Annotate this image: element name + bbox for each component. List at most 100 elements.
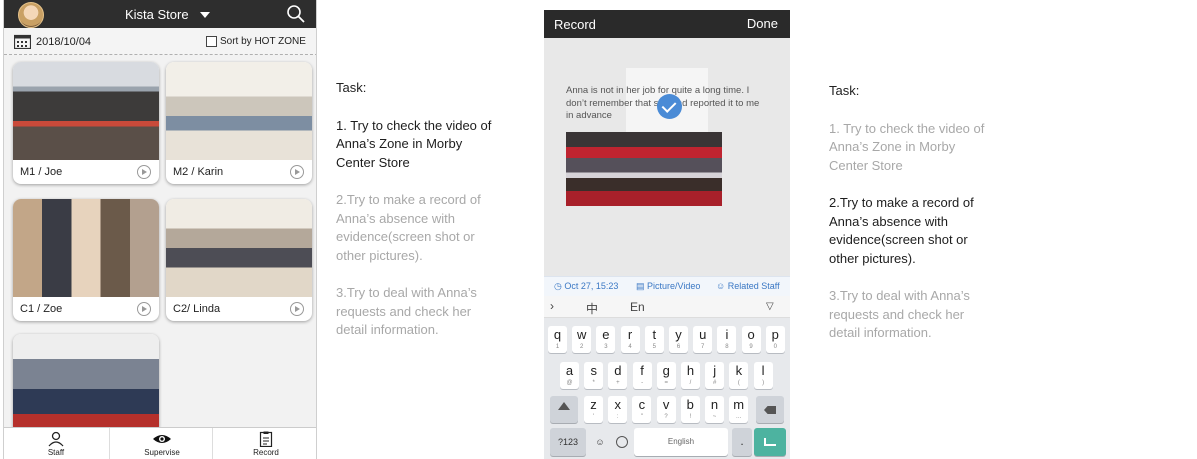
camera-thumbnail[interactable] bbox=[166, 62, 312, 160]
key-x[interactable]: x: bbox=[608, 396, 628, 423]
store-selector-label[interactable]: Kista Store bbox=[125, 7, 189, 22]
user-avatar[interactable] bbox=[18, 2, 44, 28]
globe-icon[interactable] bbox=[612, 428, 632, 456]
key-a[interactable]: a @ bbox=[560, 362, 579, 389]
key-w[interactable]: w2 bbox=[572, 326, 592, 353]
symbols-key[interactable]: ?123 bbox=[550, 428, 586, 456]
key-z[interactable]: z ' bbox=[584, 396, 603, 423]
camera-card[interactable] bbox=[13, 334, 159, 434]
key-d[interactable]: d + bbox=[608, 362, 628, 389]
key-symbol: ' bbox=[592, 414, 595, 420]
camera-thumbnail[interactable] bbox=[13, 62, 159, 160]
picture-video-button[interactable]: ▤ Picture/Video bbox=[636, 281, 700, 292]
key-r[interactable]: r4 bbox=[620, 326, 640, 353]
page-title: Record bbox=[554, 17, 596, 32]
key-k[interactable]: k( bbox=[729, 362, 749, 389]
lang-chinese-key[interactable]: 中 bbox=[586, 300, 598, 317]
key-symbol: # bbox=[713, 380, 717, 386]
task-item-2: 2.Try to make a record of Anna’s absence… bbox=[829, 195, 974, 266]
search-icon[interactable] bbox=[286, 4, 306, 24]
tab-supervise-label: Supervise bbox=[144, 448, 180, 457]
key-symbol: 8 bbox=[725, 344, 729, 350]
shift-key[interactable] bbox=[550, 396, 578, 423]
key-o[interactable]: o9 bbox=[741, 326, 761, 353]
key-h[interactable]: h / bbox=[681, 362, 700, 389]
camera-card[interactable]: M2 / Karin bbox=[166, 62, 312, 184]
key-f[interactable]: f- bbox=[632, 362, 652, 389]
key-letter: i bbox=[725, 327, 729, 342]
tab-supervise[interactable]: Supervise bbox=[109, 428, 213, 459]
space-key[interactable]: English bbox=[634, 428, 728, 456]
key-letter: r bbox=[627, 327, 633, 342]
related-staff-button[interactable]: ☺ Related Staff bbox=[716, 281, 780, 291]
key-n[interactable]: n ~ bbox=[705, 396, 724, 423]
top-bar: Kista Store bbox=[4, 0, 316, 28]
key-t[interactable]: t5 bbox=[644, 326, 664, 353]
key-letter: d bbox=[614, 363, 622, 378]
evidence-photo[interactable] bbox=[566, 132, 722, 206]
key-m[interactable]: m… bbox=[729, 396, 749, 423]
related-staff-label: Related Staff bbox=[727, 281, 780, 291]
key-symbol: = bbox=[664, 380, 669, 386]
key-symbol: 3 bbox=[604, 344, 608, 350]
backspace-key[interactable] bbox=[756, 396, 784, 423]
calendar-icon[interactable] bbox=[14, 34, 31, 49]
key-j[interactable]: j # bbox=[705, 362, 725, 389]
camera-thumbnail[interactable] bbox=[13, 199, 159, 297]
key-letter: n bbox=[710, 397, 719, 412]
task-heading: Task: bbox=[829, 83, 860, 98]
key-symbol: ) bbox=[762, 380, 765, 386]
camera-card[interactable]: M1 / Joe bbox=[13, 62, 159, 184]
done-button[interactable]: Done bbox=[747, 16, 778, 31]
key-letter: m bbox=[733, 397, 745, 412]
key-p[interactable]: p0 bbox=[765, 326, 785, 353]
keyboard-toolbar: › 中 En ▽ bbox=[544, 296, 790, 318]
play-icon[interactable] bbox=[137, 302, 151, 316]
key-symbol: … bbox=[735, 414, 742, 420]
task-list: Task: 1. Try to check the video of Anna’… bbox=[336, 79, 501, 359]
chevron-down-icon[interactable] bbox=[200, 12, 210, 18]
record-content-area: Anna is not in her job for quite a long … bbox=[544, 38, 790, 280]
selected-date[interactable]: 2018/10/04 bbox=[36, 36, 91, 48]
tab-record[interactable]: Record bbox=[214, 428, 316, 459]
key-y[interactable]: y6 bbox=[669, 326, 688, 353]
key-l[interactable]: l) bbox=[753, 362, 773, 389]
key-letter: y bbox=[675, 327, 682, 342]
key-q[interactable]: q1 bbox=[548, 326, 567, 353]
tab-staff[interactable]: Staff bbox=[4, 428, 108, 459]
key-letter: p bbox=[771, 327, 779, 342]
camera-label: C1 / Zoe bbox=[20, 303, 63, 315]
emoji-icon[interactable]: ☺ bbox=[590, 428, 610, 456]
key-letter: w bbox=[576, 327, 587, 342]
key-g[interactable]: g = bbox=[656, 362, 676, 389]
sort-hot-zone-label[interactable]: Sort by HOT ZONE bbox=[220, 36, 306, 47]
play-icon[interactable] bbox=[290, 302, 304, 316]
hot-zone-checkbox[interactable] bbox=[206, 36, 217, 47]
camera-card[interactable]: C1 / Zoe bbox=[13, 199, 159, 321]
enter-key[interactable] bbox=[754, 428, 786, 456]
key-letter: a bbox=[565, 363, 574, 378]
key-v[interactable]: v? bbox=[656, 396, 676, 423]
task-item-3: 3.Try to deal with Anna’s requests and c… bbox=[336, 285, 477, 337]
play-icon[interactable] bbox=[290, 165, 304, 179]
timestamp-button[interactable]: ◷ Oct 27, 15:23 bbox=[554, 281, 618, 292]
play-icon[interactable] bbox=[137, 165, 151, 179]
camera-label: C2/ Linda bbox=[173, 303, 221, 315]
chevron-right-icon[interactable]: › bbox=[550, 299, 554, 313]
key-s[interactable]: s * bbox=[584, 362, 604, 389]
hide-keyboard-icon[interactable]: ▽ bbox=[766, 301, 774, 312]
key-u[interactable]: u7 bbox=[693, 326, 713, 353]
camera-thumbnail[interactable] bbox=[166, 199, 312, 297]
period-key[interactable]: . bbox=[732, 428, 752, 456]
key-i[interactable]: i8 bbox=[717, 326, 737, 353]
camera-thumbnail[interactable] bbox=[13, 334, 159, 434]
key-letter: u bbox=[699, 327, 707, 342]
key-b[interactable]: b! bbox=[680, 396, 700, 423]
bottom-tab-bar: Staff Supervise Record bbox=[4, 427, 316, 459]
lang-english-key[interactable]: En bbox=[630, 300, 645, 314]
key-letter: g bbox=[662, 363, 670, 378]
key-c[interactable]: c " bbox=[632, 396, 652, 423]
camera-card[interactable]: C2/ Linda bbox=[166, 199, 312, 321]
key-letter: k bbox=[735, 363, 743, 378]
key-e[interactable]: e3 bbox=[596, 326, 616, 353]
